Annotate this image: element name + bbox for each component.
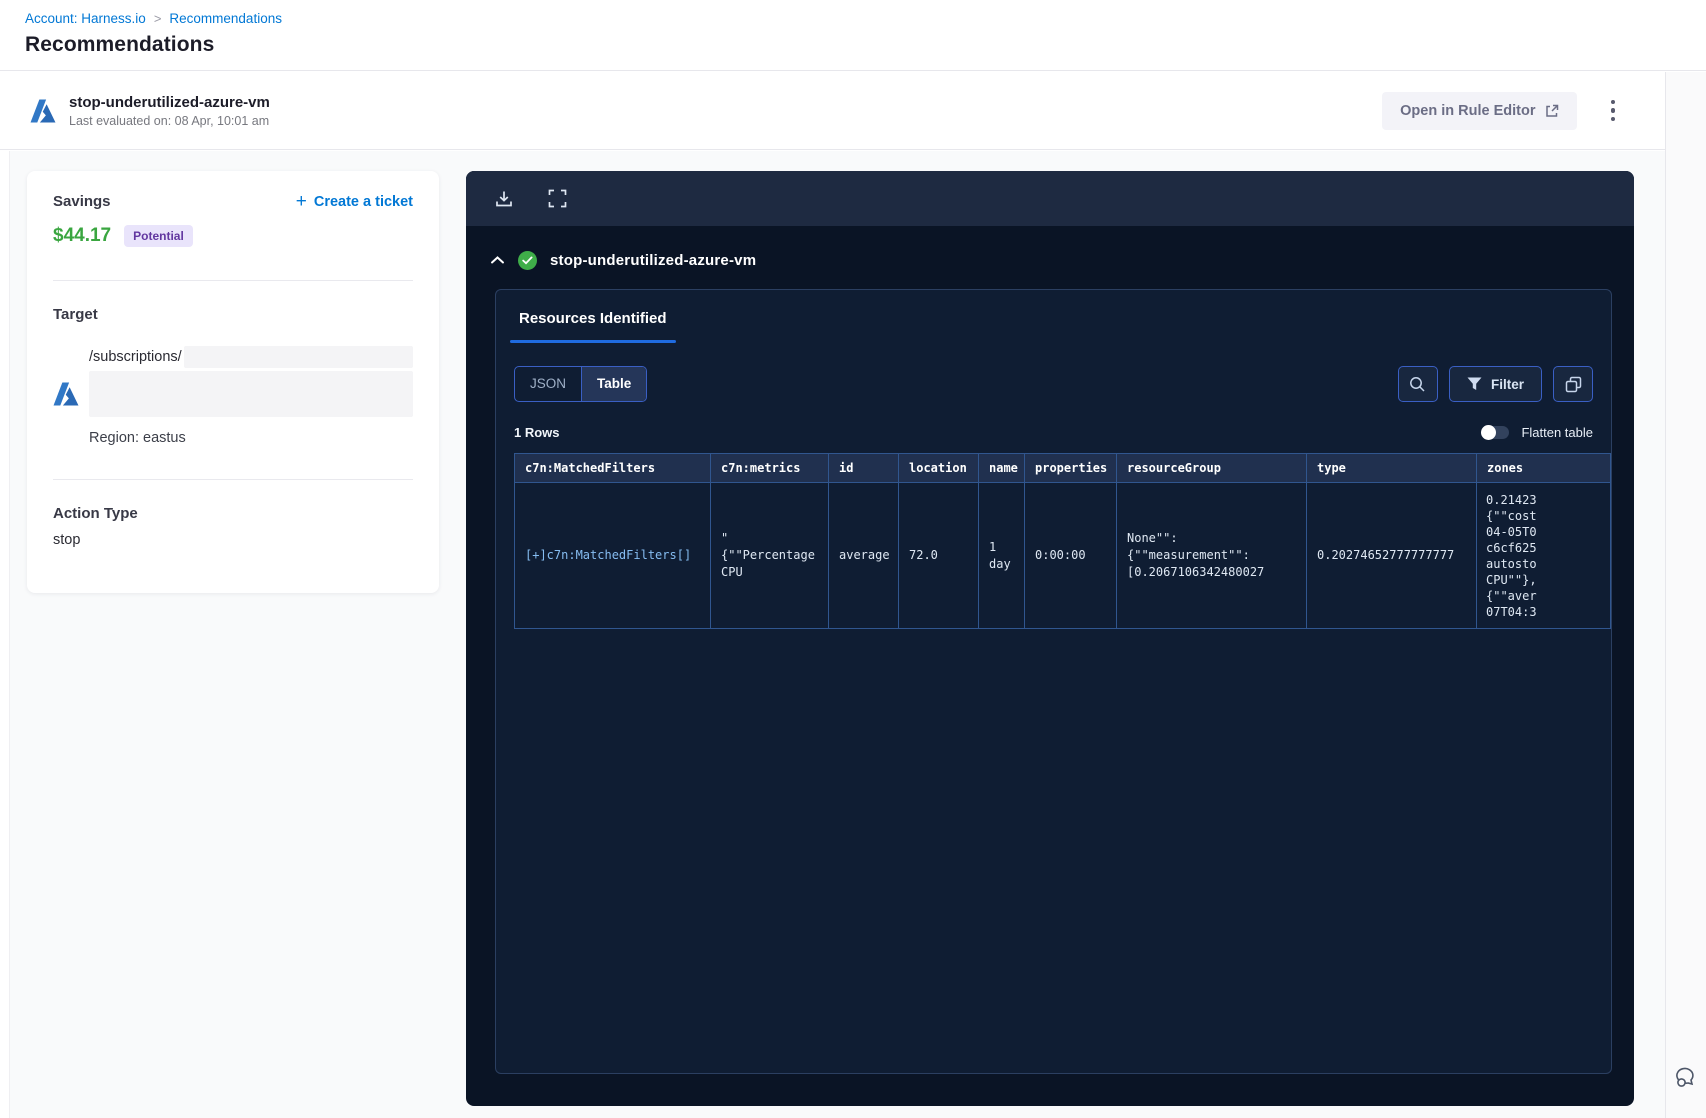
cell-id: average xyxy=(828,482,899,629)
resources-card: Resources Identified JSON Table Filter 1… xyxy=(495,289,1612,1074)
create-ticket-button[interactable]: + Create a ticket xyxy=(295,190,413,212)
chat-icon[interactable] xyxy=(1673,1064,1701,1092)
filter-label: Filter xyxy=(1490,376,1524,392)
target-label: Target xyxy=(53,306,98,323)
cell-resource-group: None"": {""measurement"": [0.20671063424… xyxy=(1116,482,1307,629)
target-path: /subscriptions/ xyxy=(89,349,182,365)
filter-icon xyxy=(1467,377,1482,391)
cell-name: 1 day xyxy=(978,482,1025,629)
resources-table-container: c7n:MatchedFilters c7n:metrics id locati… xyxy=(514,453,1611,629)
kebab-menu-icon[interactable] xyxy=(1607,96,1620,126)
column-header-resource-group: resourceGroup xyxy=(1116,453,1307,483)
panel-toolbar xyxy=(466,171,1634,226)
savings-card: Savings + Create a ticket $44.17 Potenti… xyxy=(27,171,439,593)
column-header-location: location xyxy=(898,453,979,483)
breadcrumb-account-link[interactable]: Account: Harness.io xyxy=(25,11,146,26)
page-title: Recommendations xyxy=(25,33,215,56)
column-header-zones: zones xyxy=(1476,453,1611,483)
action-type-label: Action Type xyxy=(53,505,138,522)
top-header: Account: Harness.io > Recommendations Re… xyxy=(0,0,1706,71)
divider xyxy=(53,479,413,480)
search-icon xyxy=(1409,376,1426,393)
fullscreen-icon[interactable] xyxy=(548,189,567,208)
rows-count: 1 Rows xyxy=(514,425,560,440)
breadcrumb-separator: > xyxy=(153,11,162,26)
savings-label: Savings xyxy=(53,193,111,210)
rule-last-evaluated: Last evaluated on: 08 Apr, 10:01 am xyxy=(69,113,270,128)
tab-label: Resources Identified xyxy=(519,310,667,327)
azure-icon xyxy=(30,99,56,123)
action-type-value: stop xyxy=(53,532,81,548)
cell-location: 72.0 xyxy=(898,482,979,629)
flatten-table-toggle[interactable] xyxy=(1481,425,1510,440)
column-header-name: name xyxy=(978,453,1025,483)
cell-type: 0.20274652777777777 xyxy=(1306,482,1477,629)
breadcrumb: Account: Harness.io > Recommendations xyxy=(25,11,1706,26)
plus-icon: + xyxy=(295,190,307,212)
left-gutter xyxy=(0,151,10,1118)
content-area: Savings + Create a ticket $44.17 Potenti… xyxy=(0,151,1665,1118)
cell-metrics: " {""Percentage CPU xyxy=(710,482,829,629)
redacted-target-path xyxy=(183,346,413,368)
breadcrumb-current-link[interactable]: Recommendations xyxy=(169,11,282,26)
view-mode-toggle: JSON Table xyxy=(514,366,648,402)
rule-header-bar: stop-underutilized-azure-vm Last evaluat… xyxy=(0,72,1665,150)
open-in-rule-editor-label: Open in Rule Editor xyxy=(1400,102,1536,119)
copy-icon xyxy=(1565,376,1582,393)
column-header-properties: properties xyxy=(1024,453,1117,483)
download-icon[interactable] xyxy=(494,189,514,209)
success-check-icon xyxy=(518,250,537,270)
column-header-metrics: c7n:metrics xyxy=(710,453,829,483)
column-header-id: id xyxy=(828,453,899,483)
copy-button[interactable] xyxy=(1553,366,1593,402)
external-link-icon xyxy=(1545,104,1559,118)
rule-name: stop-underutilized-azure-vm xyxy=(69,93,270,111)
cell-zones: 0.21423 {""cost 04-05T0 c6cf625 autosto … xyxy=(1476,482,1611,629)
azure-icon-target xyxy=(53,382,79,406)
resources-table: c7n:MatchedFilters c7n:metrics id locati… xyxy=(514,453,1611,629)
savings-amount: $44.17 xyxy=(53,225,112,246)
collapse-chevron-icon[interactable] xyxy=(490,255,505,265)
open-in-rule-editor-button[interactable]: Open in Rule Editor xyxy=(1382,91,1577,130)
create-ticket-label: Create a ticket xyxy=(313,193,413,210)
table-row: [+]c7n:MatchedFilters[] " {""Percentage … xyxy=(514,482,1611,629)
divider xyxy=(53,280,413,281)
target-region: Region: eastus xyxy=(89,430,186,446)
filter-button[interactable]: Filter xyxy=(1448,366,1542,402)
panel-rule-name: stop-underutilized-azure-vm xyxy=(550,251,757,269)
cell-matched-filters-expand[interactable]: [+]c7n:MatchedFilters[] xyxy=(514,482,711,629)
table-header-row: c7n:MatchedFilters c7n:metrics id locati… xyxy=(514,453,1611,483)
right-rail xyxy=(1665,72,1706,1118)
redacted-target-detail xyxy=(89,371,413,417)
json-view-toggle[interactable]: JSON xyxy=(515,367,581,401)
potential-badge: Potential xyxy=(124,225,193,247)
column-header-matched-filters: c7n:MatchedFilters xyxy=(514,453,711,483)
flatten-table-label: Flatten table xyxy=(1521,425,1593,440)
tab-resources-identified[interactable]: Resources Identified xyxy=(510,310,676,343)
cell-properties: 0:00:00 xyxy=(1024,482,1117,629)
rule-output-panel: stop-underutilized-azure-vm Resources Id… xyxy=(466,171,1634,1106)
column-header-type: type xyxy=(1306,453,1477,483)
search-button[interactable] xyxy=(1397,366,1438,402)
tab-active-underline xyxy=(510,340,676,343)
table-view-toggle[interactable]: Table xyxy=(581,367,647,401)
